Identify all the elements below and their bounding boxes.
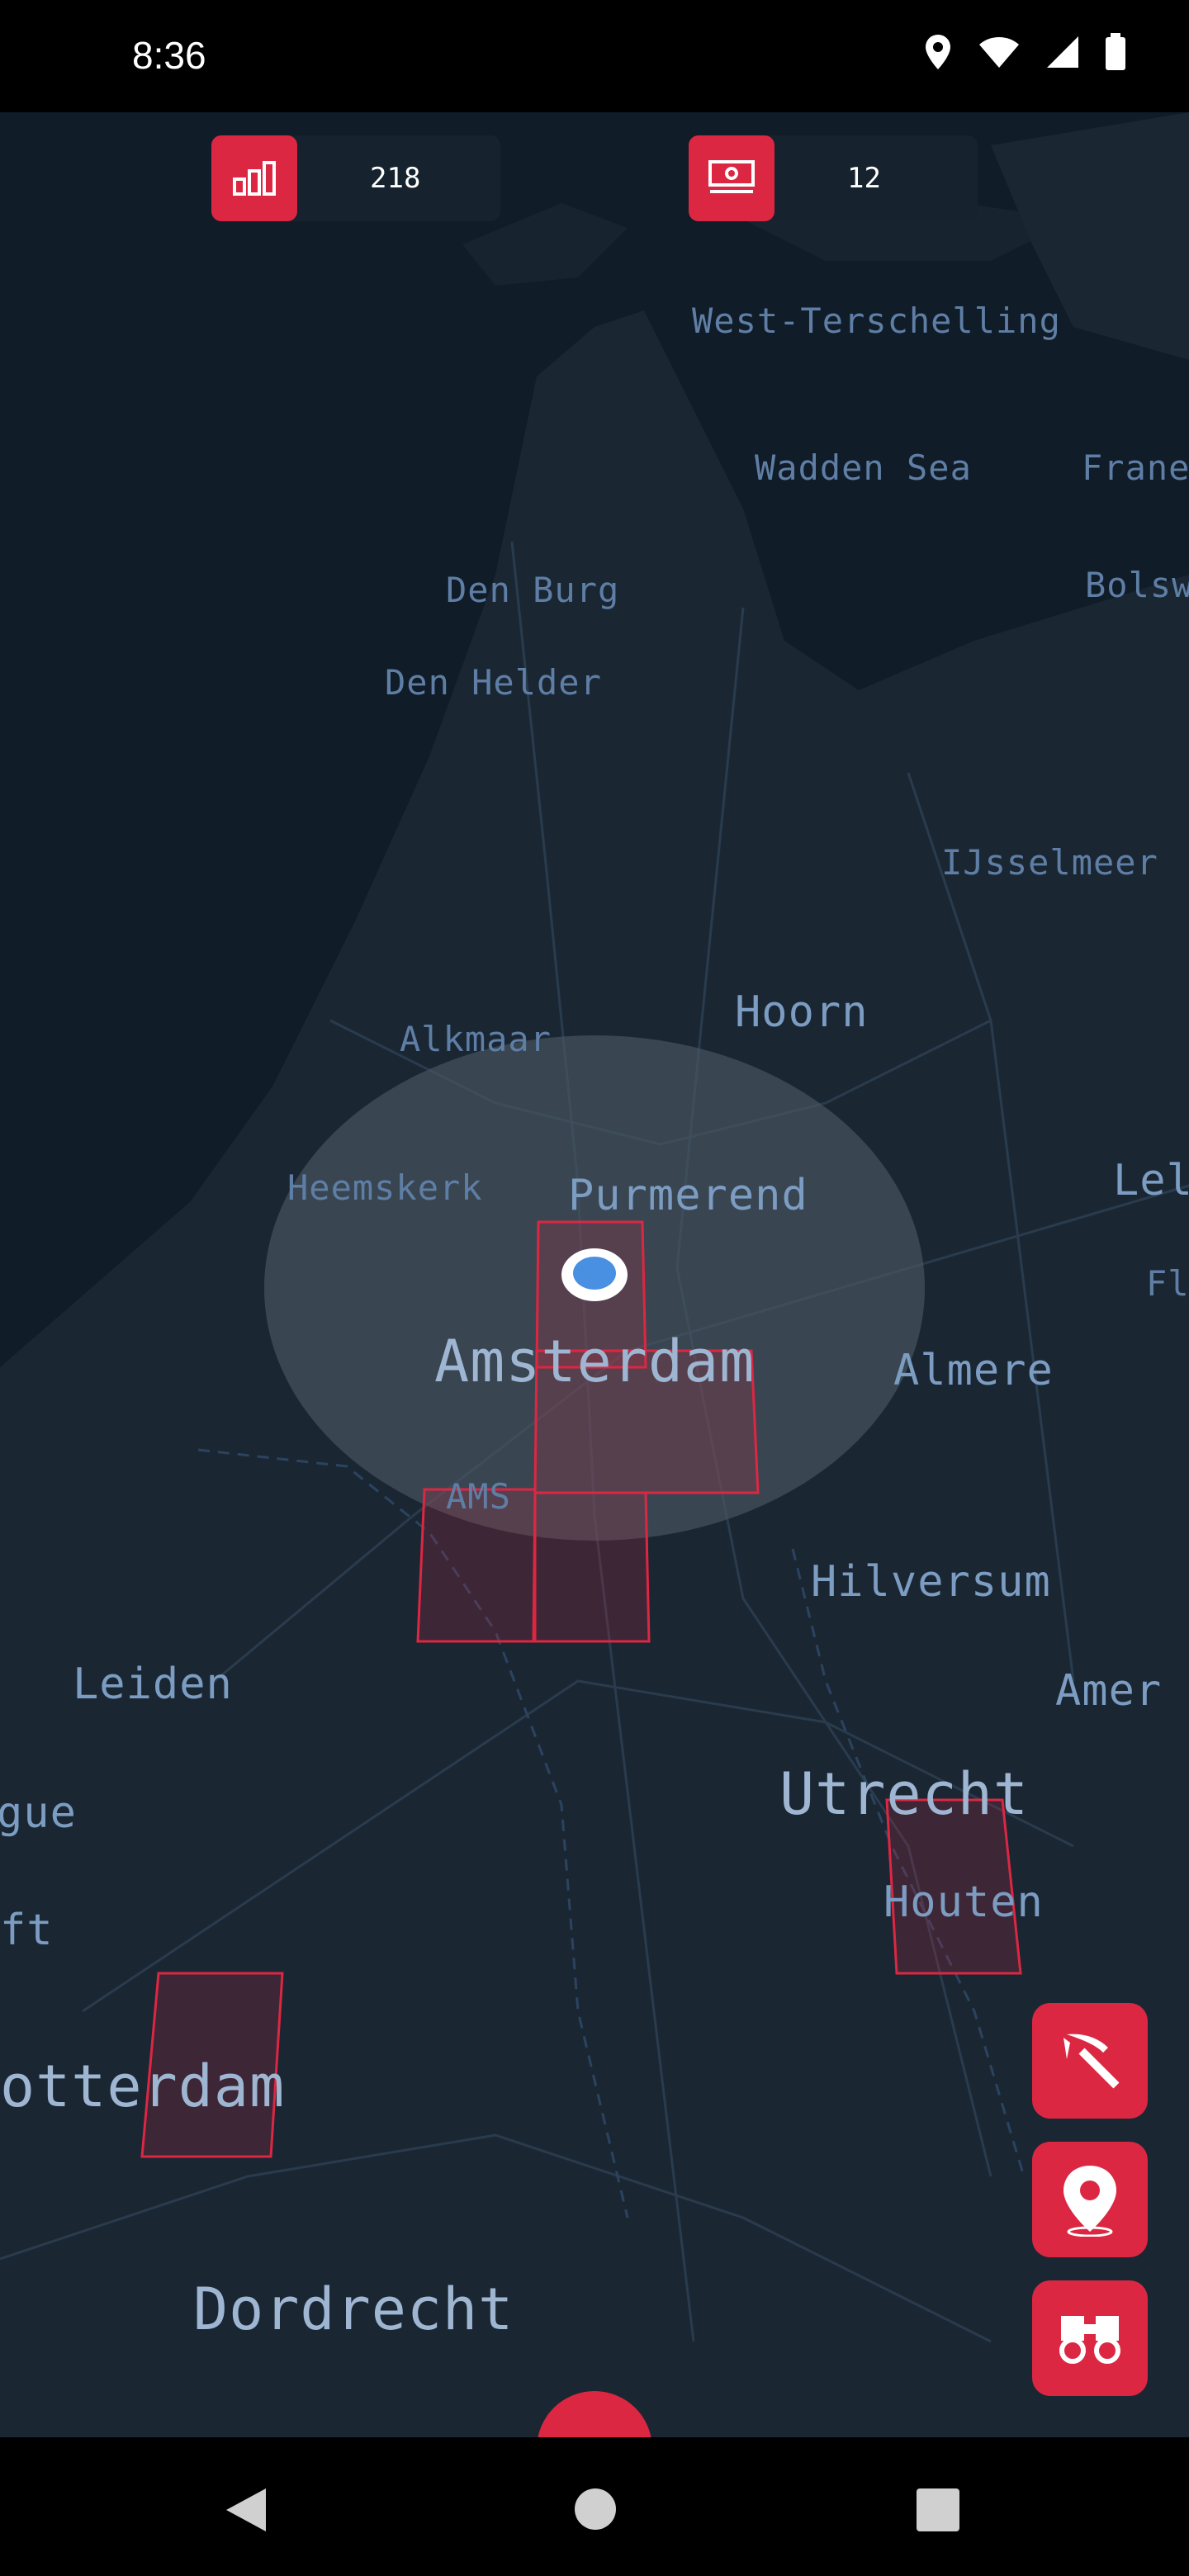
place-label: Den Helder [385,662,602,703]
place-label: Wadden Sea [755,447,972,488]
place-label: Bolsw [1085,565,1189,605]
location-icon [926,35,950,69]
status-bar: 8:36 [0,0,1189,112]
place-label: Fl [1146,1263,1189,1304]
place-label: Almere [893,1346,1054,1395]
place-label: gue [0,1788,77,1838]
navigation-bar [0,2437,1189,2576]
place-label: Houten [883,1878,1044,1927]
status-icons [923,33,1126,71]
place-label: Amsterdam [434,1328,756,1395]
explore-button[interactable] [1032,2280,1148,2396]
place-label: Amer [1055,1666,1163,1716]
place-label: Leiden [73,1660,233,1709]
place-label: ft [0,1906,54,1955]
place-label: Heemskerk [287,1167,483,1208]
place-label: otterdam [0,2053,286,2120]
pickaxe-icon [1063,2034,1120,2089]
place-label: Alkmaar [400,1019,552,1059]
back-icon[interactable] [223,2485,269,2535]
stats-counter[interactable]: 218 [211,135,500,221]
mine-button[interactable] [1032,2003,1148,2119]
binoculars-icon [1059,2316,1120,2364]
currency-count: 12 [847,162,881,195]
place-label: Hilversum [811,1557,1051,1607]
money-icon [689,135,775,221]
place-label: West-Terschelling [692,301,1061,341]
bar-chart-icon [211,135,297,221]
place-label: AMS [446,1476,511,1517]
battery-icon [1106,33,1125,70]
place-label: Den Burg [446,570,620,610]
currency-counter[interactable]: 12 [689,135,978,221]
place-label: Purmerend [568,1171,808,1220]
place-label: Frane [1082,447,1189,488]
map-pin-icon [1063,2166,1116,2237]
place-label: Lel [1113,1156,1189,1205]
recents-icon[interactable] [917,2488,959,2531]
place-label: Dordrecht [193,2275,514,2343]
wifi-icon [979,37,1019,68]
map-view[interactable]: West-Terschelling Wadden Sea Frane Den B… [0,112,1189,2437]
status-time: 8:36 [132,34,206,77]
stats-count: 218 [370,162,421,195]
place-label: IJsselmeer [941,842,1158,883]
place-marker-button[interactable] [1032,2142,1148,2257]
signal-icon [1047,36,1078,68]
place-label: Hoorn [735,987,869,1037]
home-icon[interactable] [573,2487,618,2531]
place-label: Utrecht [779,1760,1030,1828]
